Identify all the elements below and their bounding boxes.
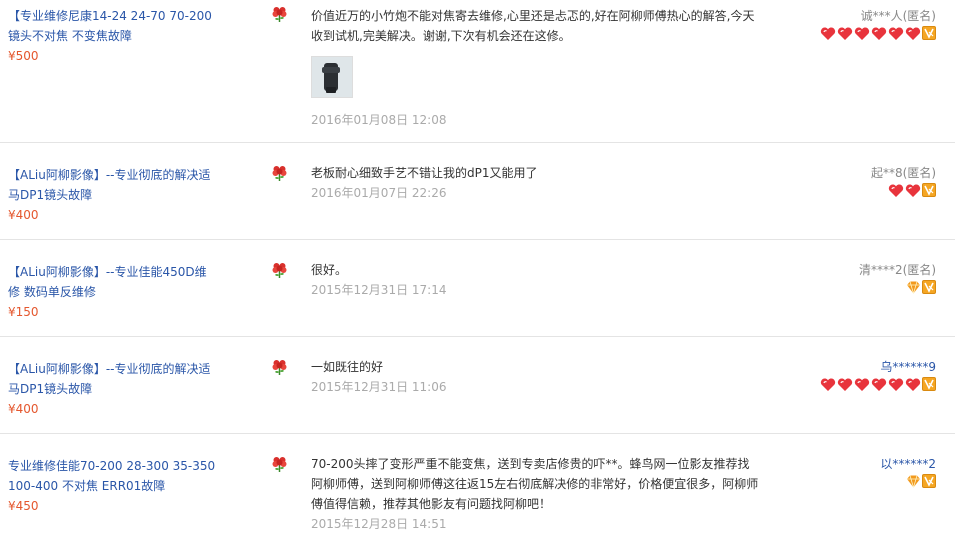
- heart-icon: [888, 378, 904, 391]
- review-item-5-product: 专业维修佳能70-200 28-300 35-350 100-400 不对焦 E…: [8, 456, 218, 516]
- reviewer: 乌******9: [820, 357, 936, 392]
- reviewer-rating: [820, 377, 936, 392]
- review-text: 一如既往的好: [311, 360, 384, 374]
- product-price: ¥150: [8, 305, 39, 319]
- heart-icon: [820, 378, 836, 391]
- flower-icon: [271, 262, 288, 279]
- reviewer-rating: [820, 26, 936, 41]
- vip-badge-icon: [922, 377, 936, 391]
- reviewer: 清****2(匿名): [859, 260, 936, 295]
- vip-badge-icon: [922, 474, 936, 488]
- review-date: 2015年12月31日 11:06: [311, 380, 447, 394]
- review-photo-thumbnail[interactable]: [311, 56, 353, 98]
- product-link[interactable]: 【ALiu阿柳影像】--专业彻底的解决适马DP1镜头故障: [8, 165, 218, 205]
- review-item-2-product: 【ALiu阿柳影像】--专业彻底的解决适马DP1镜头故障 ¥400: [8, 165, 218, 225]
- lens-photo-icon: [312, 57, 352, 97]
- heart-icon: [837, 27, 853, 40]
- heart-icon: [871, 27, 887, 40]
- review-text: 很好。: [311, 263, 348, 277]
- divider: [0, 239, 955, 240]
- review-text: 价值近万的小竹炮不能对焦寄去维修,心里还是忐忑的,好在阿柳师傅热心的解答,今天收…: [311, 9, 755, 43]
- review-date: 2015年12月28日 14:51: [311, 517, 447, 531]
- reviewer-rating: [871, 183, 936, 198]
- review-content: 70-200头摔了变形严重不能变焦，送到专卖店修贵的吓**。蜂鸟网一位影友推荐找…: [311, 454, 761, 534]
- review-item-4-product: 【ALiu阿柳影像】--专业彻底的解决适马DP1镜头故障 ¥400: [8, 359, 218, 419]
- product-link[interactable]: 【专业维修尼康14-24 24-70 70-200镜头不对焦 不变焦故障: [8, 6, 218, 46]
- review-content: 价值近万的小竹炮不能对焦寄去维修,心里还是忐忑的,好在阿柳师傅热心的解答,今天收…: [311, 6, 761, 130]
- product-link[interactable]: 专业维修佳能70-200 28-300 35-350 100-400 不对焦 E…: [8, 456, 218, 496]
- product-price: ¥400: [8, 208, 39, 222]
- heart-icon: [905, 27, 921, 40]
- flower-icon: [271, 165, 288, 182]
- reviewer-rating: [880, 474, 936, 489]
- reviewer: 以******2: [880, 454, 936, 489]
- review-date: 2015年12月31日 17:14: [311, 283, 447, 297]
- product-price: ¥500: [8, 49, 39, 63]
- heart-icon: [905, 378, 921, 391]
- divider: [0, 336, 955, 337]
- reviewer: 起**8(匿名): [871, 163, 936, 198]
- heart-icon: [854, 27, 870, 40]
- review-text: 老板耐心细致手艺不错让我的dP1又能用了: [311, 166, 538, 180]
- heart-icon: [837, 378, 853, 391]
- reviewer: 诚***人(匿名): [820, 6, 936, 41]
- vip-badge-icon: [922, 183, 936, 197]
- product-link[interactable]: 【ALiu阿柳影像】--专业佳能450D维修 数码单反维修: [8, 262, 218, 302]
- flower-icon: [271, 456, 288, 473]
- vip-badge-icon: [922, 280, 936, 294]
- vip-badge-icon: [922, 26, 936, 40]
- product-price: ¥400: [8, 402, 39, 416]
- review-text: 70-200头摔了变形严重不能变焦，送到专卖店修贵的吓**。蜂鸟网一位影友推荐找…: [311, 457, 759, 511]
- diamond-icon: [907, 281, 920, 294]
- reviewer-rating: [859, 280, 936, 295]
- review-date: 2016年01月08日 12:08: [311, 113, 447, 127]
- heart-icon: [820, 27, 836, 40]
- reviewer-name: 起**8(匿名): [871, 166, 936, 180]
- heart-icon: [888, 27, 904, 40]
- reviewer-name: 清****2(匿名): [859, 263, 936, 277]
- heart-icon: [905, 184, 921, 197]
- flower-icon: [271, 6, 288, 23]
- review-content: 一如既往的好 2015年12月31日 11:06: [311, 357, 761, 397]
- heart-icon: [871, 378, 887, 391]
- heart-icon: [854, 378, 870, 391]
- review-content: 老板耐心细致手艺不错让我的dP1又能用了 2016年01月07日 22:26: [311, 163, 761, 203]
- product-link[interactable]: 【ALiu阿柳影像】--专业彻底的解决适马DP1镜头故障: [8, 359, 218, 399]
- divider: [0, 142, 955, 143]
- reviewer-name: 诚***人(匿名): [860, 9, 936, 23]
- review-item-3-product: 【ALiu阿柳影像】--专业佳能450D维修 数码单反维修 ¥150: [8, 262, 218, 322]
- review-item-1-product: 【专业维修尼康14-24 24-70 70-200镜头不对焦 不变焦故障 ¥50…: [8, 6, 218, 66]
- reviewer-name[interactable]: 以******2: [880, 454, 936, 474]
- diamond-icon: [907, 475, 920, 488]
- divider: [0, 433, 955, 434]
- product-price: ¥450: [8, 499, 39, 513]
- review-content: 很好。 2015年12月31日 17:14: [311, 260, 761, 300]
- heart-icon: [888, 184, 904, 197]
- reviewer-name[interactable]: 乌******9: [820, 357, 936, 377]
- flower-icon: [271, 359, 288, 376]
- review-date: 2016年01月07日 22:26: [311, 186, 447, 200]
